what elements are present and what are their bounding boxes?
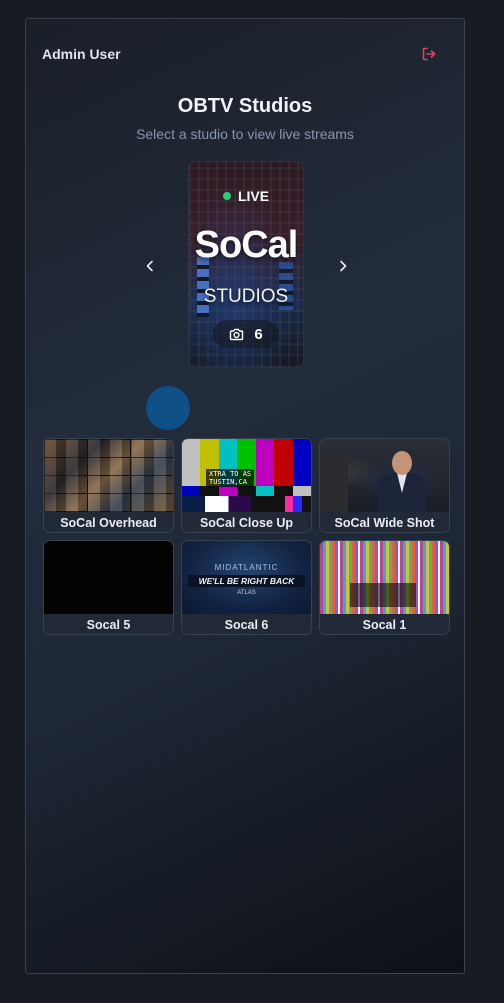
studio-panel: Admin User OBTV Studios Select a studio …: [25, 18, 465, 974]
studio-card-socal[interactable]: LIVE SoCal STUDIOS 6: [188, 161, 304, 368]
brb-banner: WE'LL BE RIGHT BACK: [188, 575, 305, 587]
carousel-prev-button[interactable]: [140, 256, 160, 276]
stream-thumbnail: [320, 541, 449, 614]
stream-thumbnail: [44, 541, 173, 614]
stream-grid: SoCal Overhead XTRA TO AS TUSTIN,CA SoCa…: [43, 438, 451, 635]
chevron-right-icon: [340, 260, 347, 272]
bars-caption: XTRA TO AS TUSTIN,CA: [206, 469, 255, 487]
carousel-indicator-dot[interactable]: [146, 386, 190, 430]
stream-tile-socal-overhead[interactable]: SoCal Overhead: [43, 438, 174, 533]
stream-label: Socal 1: [320, 614, 449, 634]
camera-icon: [230, 328, 244, 340]
logout-icon: [422, 47, 436, 61]
brb-logo: ATLAS: [237, 590, 256, 596]
stream-label: SoCal Overhead: [44, 512, 173, 532]
stream-thumbnail: [320, 439, 449, 512]
studio-subname: STUDIOS: [203, 286, 289, 307]
chevron-left-icon: [146, 260, 153, 272]
stream-label: SoCal Wide Shot: [320, 512, 449, 532]
live-dot-icon: [222, 192, 231, 200]
strip-overlay: [350, 583, 416, 607]
camera-count-badge: 6: [213, 320, 279, 348]
stream-label: SoCal Close Up: [182, 512, 311, 532]
guest-silhouette: [320, 449, 348, 512]
live-label: LIVE: [237, 188, 270, 204]
live-indicator: LIVE: [189, 188, 303, 204]
page-title: OBTV Studios: [177, 95, 313, 117]
stream-tile-socal-5[interactable]: Socal 5: [43, 540, 174, 635]
stream-tile-socal-close-up[interactable]: XTRA TO AS TUSTIN,CA SoCal Close Up: [181, 438, 312, 533]
stream-tile-socal-6[interactable]: MIDATLANTIC WE'LL BE RIGHT BACK ATLAS So…: [181, 540, 312, 635]
stream-thumbnail: MIDATLANTIC WE'LL BE RIGHT BACK ATLAS: [182, 541, 311, 614]
studio-name: SoCal: [194, 224, 299, 266]
stream-tile-socal-wide-shot[interactable]: SoCal Wide Shot: [319, 438, 450, 533]
page-subtitle: Select a studio to view live streams: [136, 126, 354, 142]
stream-label: Socal 5: [44, 614, 173, 634]
brb-network-text: MIDATLANTIC: [214, 563, 279, 572]
anchor-figure: [376, 451, 426, 512]
camera-count: 6: [254, 325, 263, 343]
logout-button[interactable]: [418, 43, 440, 65]
top-bar: Admin User: [42, 43, 440, 65]
stream-tile-socal-1[interactable]: Socal 1: [319, 540, 450, 635]
stream-thumbnail: [44, 439, 173, 512]
carousel-next-button[interactable]: [333, 256, 353, 276]
user-name: Admin User: [42, 46, 121, 62]
stream-thumbnail: XTRA TO AS TUSTIN,CA: [182, 439, 311, 512]
stream-label: Socal 6: [182, 614, 311, 634]
